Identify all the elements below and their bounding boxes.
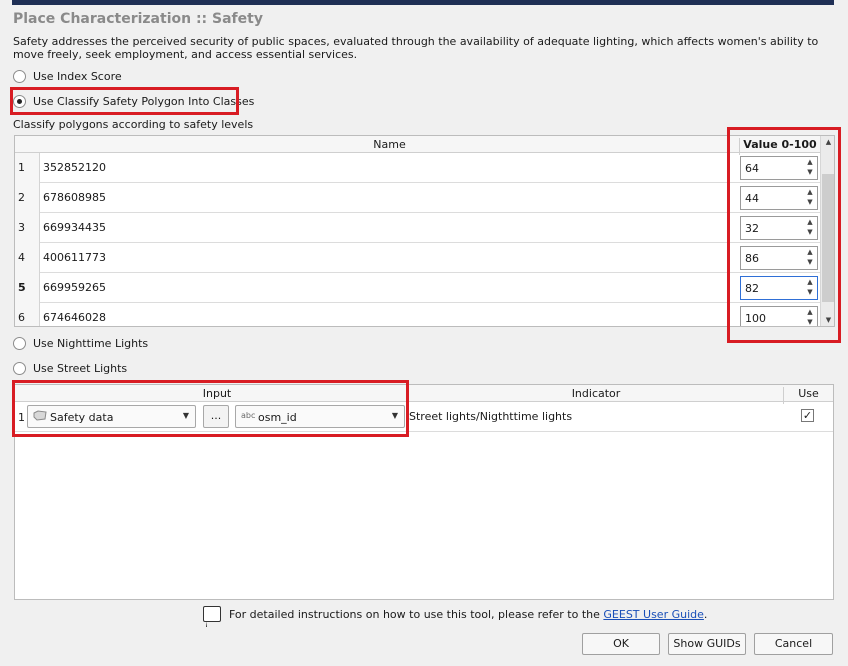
use-checkbox[interactable]: ✓: [801, 409, 814, 422]
footer-note: For detailed instructions on how to use …: [203, 606, 707, 627]
table-row: 6 674646028 100 ▲ ▼: [15, 303, 820, 326]
footer-suffix: .: [703, 607, 708, 621]
option-label: Use Nighttime Lights: [33, 336, 149, 350]
row-name[interactable]: 352852120: [43, 153, 106, 183]
table-row: 1 352852120 64 ▲ ▼: [15, 153, 820, 183]
radio-button[interactable]: [13, 361, 26, 375]
show-guids-button[interactable]: Show GUIDs: [668, 633, 746, 655]
table-row: 2 678608985 44 ▲ ▼: [15, 183, 820, 213]
classify-label: Classify polygons according to safety le…: [13, 118, 254, 131]
option-label: Use Index Score: [33, 69, 122, 83]
user-guide-link[interactable]: GEEST User Guide: [603, 608, 704, 621]
value-table-header: Name Value 0-100: [15, 136, 820, 155]
row-name[interactable]: 678608985: [43, 183, 106, 213]
description-text: Safety addresses the perceived security …: [13, 35, 819, 61]
table-row: 4 400611773 86 ▲ ▼: [15, 243, 820, 273]
footer-text: For detailed instructions on how to use …: [229, 608, 707, 621]
indicator-text: Street lights/Nigthttime lights: [409, 410, 573, 423]
row-name[interactable]: 400611773: [43, 243, 106, 273]
row-number: 5: [15, 273, 40, 303]
option-label: Use Street Lights: [33, 361, 128, 375]
row-number: 6: [15, 303, 40, 326]
row-name[interactable]: 669959265: [43, 273, 106, 303]
ok-button[interactable]: OK: [582, 633, 660, 655]
row-number: 2: [15, 183, 40, 213]
window-top-bar: [12, 0, 834, 5]
row-number: 1: [15, 153, 40, 183]
column-header-name[interactable]: Name: [40, 138, 739, 151]
option-nighttime-lights[interactable]: Use Nighttime Lights: [13, 335, 148, 351]
cancel-button[interactable]: Cancel: [754, 633, 833, 655]
table-row: 5 669959265 82 ▲ ▼: [15, 273, 820, 303]
footer-prefix: For detailed instructions on how to use …: [229, 607, 600, 621]
highlight-box-input: [12, 380, 409, 437]
row-name[interactable]: 674646028: [43, 303, 106, 326]
option-street-lights[interactable]: Use Street Lights: [13, 360, 127, 376]
option-index-score[interactable]: Use Index Score: [13, 68, 122, 84]
highlight-box-values: [727, 127, 841, 343]
radio-button[interactable]: [13, 69, 26, 83]
value-table: Name Value 0-100 1 352852120 64 ▲ ▼ 2 678…: [14, 135, 835, 327]
row-number: 4: [15, 243, 40, 273]
speech-bubble-icon: [203, 606, 221, 627]
table-row: 3 669934435 32 ▲ ▼: [15, 213, 820, 243]
radio-button[interactable]: [13, 336, 26, 350]
row-name[interactable]: 669934435: [43, 213, 106, 243]
highlight-box-option: [10, 87, 239, 115]
page-title: Place Characterization :: Safety: [13, 11, 263, 27]
row-number: 3: [15, 213, 40, 243]
